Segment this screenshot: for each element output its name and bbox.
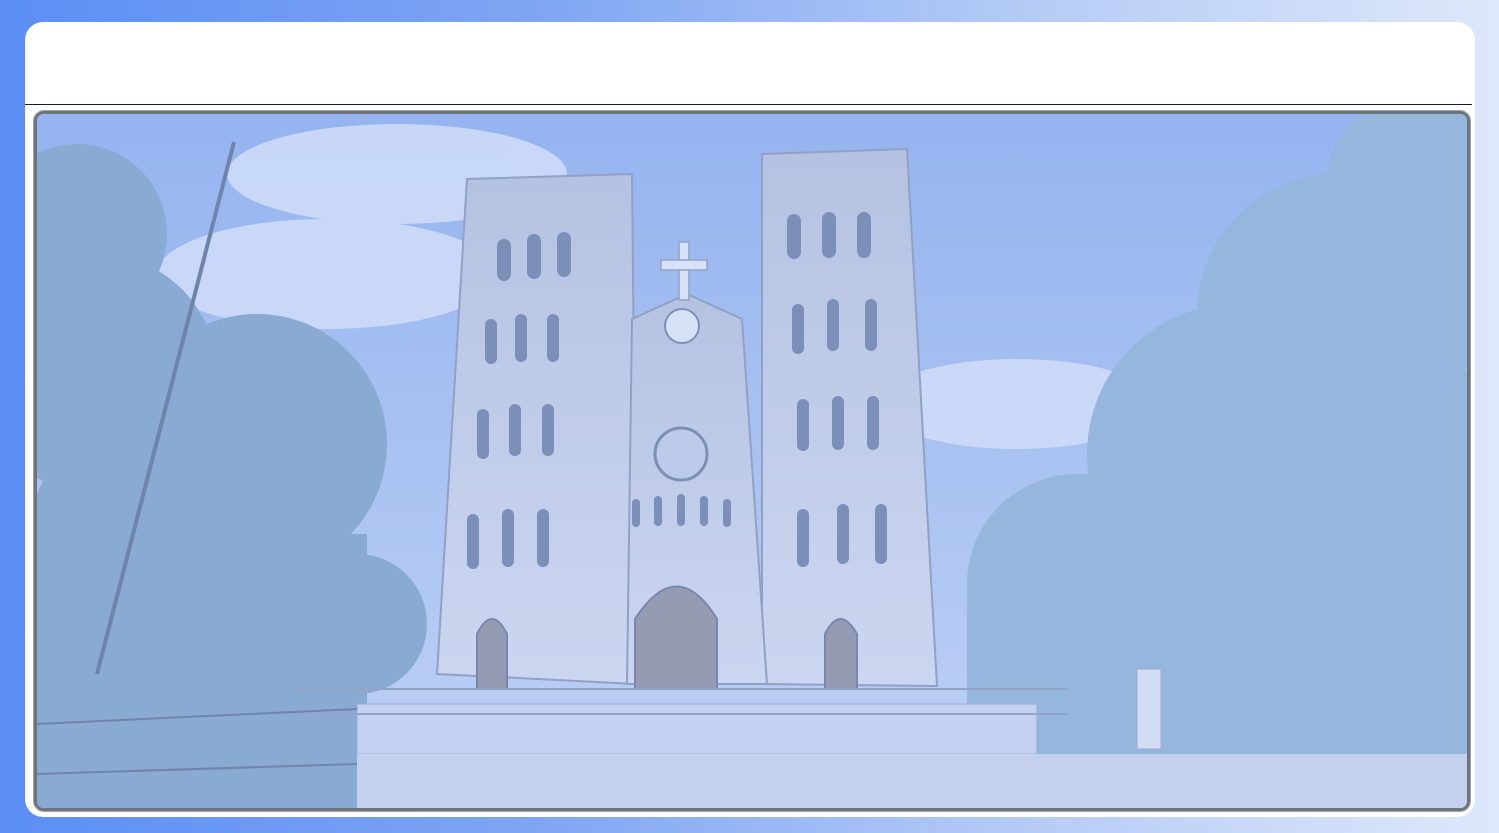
photo-tint: [37, 114, 1467, 808]
title-divider: [25, 104, 1472, 105]
cathedral-illustration: [37, 114, 1467, 808]
slide-title: [25, 22, 1475, 104]
slide-card: [25, 22, 1475, 817]
cathedral-photo: [34, 111, 1470, 811]
